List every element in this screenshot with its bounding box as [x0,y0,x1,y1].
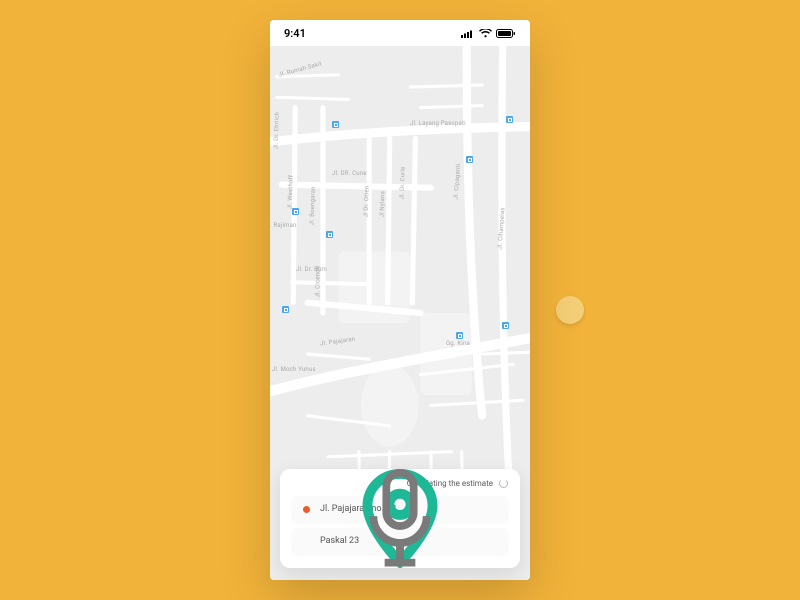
street-label: Jl. Dr. Rum [296,266,327,273]
phone-frame: 9:41 [270,20,530,580]
wifi-icon [479,29,492,38]
street-label: Jl Nylana [379,191,387,218]
street-label: Dr. Rajiman [270,222,297,229]
decorative-circle [556,296,584,324]
destination-field[interactable] [292,528,508,554]
map-view[interactable]: Jl. Layang Pasupati Jl. DR. Cune Jl. Dr.… [270,46,530,580]
status-indicators [461,29,516,38]
transit-stop-icon [466,156,473,163]
transit-stop-icon [292,208,299,215]
street-label: Gg. Kina [446,340,470,347]
transit-stop-icon [332,121,339,128]
transit-stop-icon [326,231,333,238]
status-time: 9:41 [284,27,306,40]
transit-stop-icon [506,116,513,123]
cellular-icon [461,29,475,38]
status-bar: 9:41 [270,20,530,46]
street-label: Jl. Moch Yunus [272,366,316,373]
battery-icon [496,29,516,38]
street-label: Jl. Dr. Ehrlich [273,112,281,150]
transit-stop-icon [456,332,463,339]
street-label: Jl. Layang Pasupati [410,120,466,127]
route-card: Calculating the estimate [280,469,520,568]
street-label: Jl Dr. Otten [363,186,371,218]
transit-stop-icon [282,306,289,313]
street-label: Jl. Boengaran [309,186,317,225]
street-label: Jl. Dr. Curie [399,166,407,199]
street-label: Jl. Westhoff [287,175,295,210]
street-label: Jl. DR. Cune [332,170,367,177]
transit-stop-icon [502,322,509,329]
